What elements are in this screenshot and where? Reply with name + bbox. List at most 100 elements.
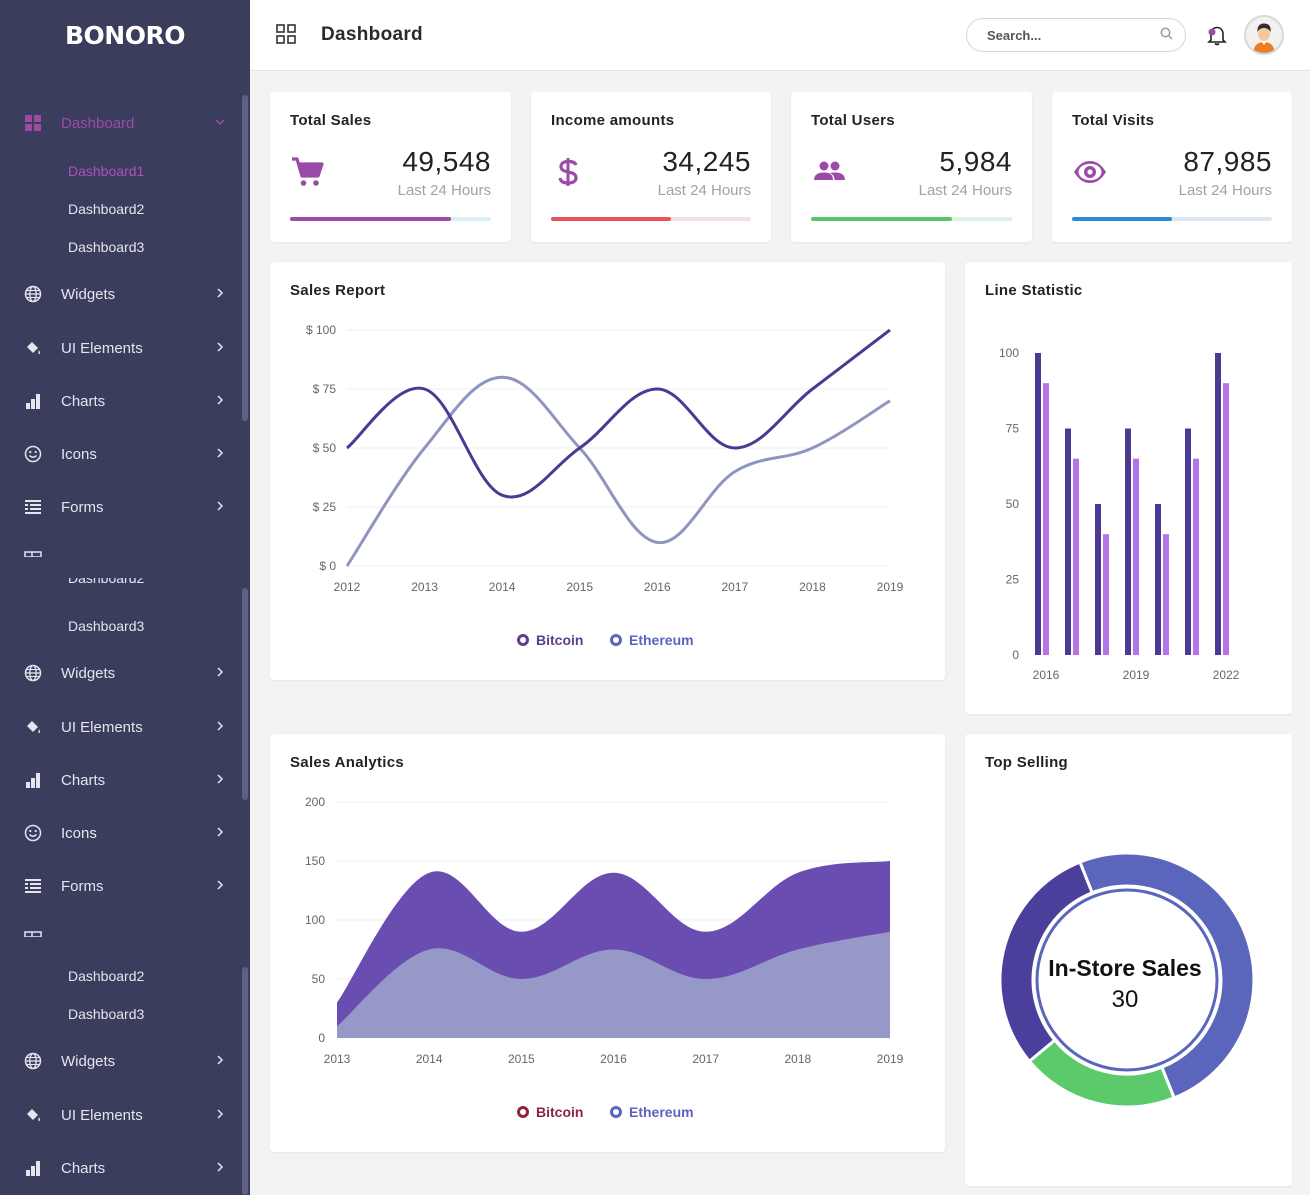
dashboard-icon bbox=[25, 115, 41, 131]
sidebar-item-charts[interactable]: Charts bbox=[0, 381, 240, 421]
bar-chart-icon bbox=[26, 394, 40, 409]
sidebar-item-label: UI Elements bbox=[61, 719, 143, 736]
sales-analytics-chart: 0 50 100 150 200 2013 2014 2015 2016 2017 2018 2019 bbox=[305, 795, 904, 1066]
legend-item[interactable]: Ethereum bbox=[610, 632, 694, 648]
table-icon bbox=[24, 931, 42, 937]
sidebar-item-label: UI Elements bbox=[61, 1107, 143, 1124]
bar bbox=[1073, 458, 1079, 655]
sidebar: BONORO Dashboard Dashboard1 Dashboard2 D… bbox=[0, 0, 250, 1195]
avatar-illustration bbox=[1246, 17, 1282, 53]
brand-logo[interactable]: BONORO bbox=[0, 0, 250, 70]
progress-bar-track bbox=[551, 217, 751, 221]
y-tick-label: $ 75 bbox=[313, 382, 337, 396]
chevron-right-icon bbox=[217, 880, 224, 890]
y-tick-label: $ 0 bbox=[319, 559, 336, 573]
x-tick-label: 2013 bbox=[411, 580, 438, 594]
sidebar-item-label: Charts bbox=[61, 393, 106, 410]
sidebar-scrollbar[interactable] bbox=[242, 588, 248, 800]
sidebar-item-forms[interactable]: Forms bbox=[0, 866, 240, 906]
x-tick-label: 2016 bbox=[644, 580, 671, 594]
paint-bucket-icon bbox=[27, 1109, 41, 1122]
x-tick-label: 2014 bbox=[416, 1052, 443, 1066]
sidebar-scrollbar[interactable] bbox=[242, 967, 248, 1195]
legend-label: Ethereum bbox=[629, 632, 694, 648]
sidebar-subitem-dashboard2[interactable]: Dashboard2 bbox=[68, 968, 144, 984]
sidebar-item-label: Icons bbox=[61, 446, 97, 463]
sidebar-item-widgets[interactable]: Widgets bbox=[0, 653, 240, 693]
sidebar-subitem-dashboard3[interactable]: Dashboard3 bbox=[68, 239, 144, 255]
stat-card-title: Total Users bbox=[811, 112, 895, 129]
sidebar-item-label: Icons bbox=[61, 825, 97, 842]
sidebar-item-dashboard[interactable]: Dashboard bbox=[0, 103, 240, 143]
stat-value: 87,985 bbox=[1183, 146, 1272, 177]
sidebar-subitem-dashboard2[interactable]: Dashboard2 bbox=[68, 578, 144, 586]
sidebar-item-ui-elements[interactable]: UI Elements bbox=[0, 707, 240, 747]
y-tick-label: 100 bbox=[999, 346, 1019, 360]
sidebar-item-icons[interactable]: Icons bbox=[0, 434, 240, 474]
sidebar-item-ui-elements[interactable]: UI Elements bbox=[0, 328, 240, 368]
x-tick-label: 2012 bbox=[334, 580, 361, 594]
y-tick-label: 75 bbox=[1006, 422, 1020, 436]
sidebar-item-label: Widgets bbox=[61, 665, 116, 682]
sidebar-item-icons[interactable]: Icons bbox=[0, 813, 240, 853]
sidebar-subitem-dashboard3[interactable]: Dashboard3 bbox=[68, 1006, 144, 1022]
stat-subtitle: Last 24 Hours bbox=[397, 182, 491, 199]
sidebar-item-charts[interactable]: Charts bbox=[0, 1148, 240, 1188]
chevron-right-icon bbox=[217, 1055, 224, 1065]
bar bbox=[1095, 504, 1101, 655]
sidebar-scrollbar[interactable] bbox=[242, 95, 248, 421]
bell-icon[interactable] bbox=[1206, 24, 1228, 46]
progress-bar-fill bbox=[290, 217, 451, 221]
y-tick-label: 100 bbox=[305, 913, 325, 927]
legend-item[interactable]: Ethereum bbox=[610, 1104, 694, 1120]
search-input[interactable] bbox=[966, 18, 1186, 52]
sidebar-subitem-dashboard1[interactable]: Dashboard1 bbox=[68, 163, 144, 179]
y-tick-label: 50 bbox=[1006, 497, 1020, 511]
bar bbox=[1185, 428, 1191, 655]
legend-label: Bitcoin bbox=[536, 1104, 584, 1120]
x-tick-label: 2017 bbox=[692, 1052, 719, 1066]
sidebar-item-widgets[interactable]: Widgets bbox=[0, 1041, 240, 1081]
stat-card-total-visits: Total Visits 87,985 Last 24 Hours bbox=[1052, 92, 1292, 242]
sidebar-subitem-dashboard2[interactable]: Dashboard2 bbox=[68, 201, 144, 217]
stat-card-title: Income amounts bbox=[551, 112, 675, 129]
sidebar-subitem-dashboard3[interactable]: Dashboard3 bbox=[68, 618, 144, 634]
bar bbox=[1065, 428, 1071, 655]
stat-card-title: Total Sales bbox=[290, 112, 372, 129]
sidebar-item-charts[interactable]: Charts bbox=[0, 760, 240, 800]
sidebar-item-label: Charts bbox=[61, 1160, 106, 1177]
y-tick-label: 0 bbox=[318, 1031, 325, 1045]
stat-value: 49,548 bbox=[402, 146, 491, 177]
bar-chart-icon bbox=[26, 1161, 40, 1176]
stat-subtitle: Last 24 Hours bbox=[657, 182, 751, 199]
progress-bar-fill bbox=[1072, 217, 1172, 221]
sidebar-item-label: Charts bbox=[61, 772, 106, 789]
sidebar-item-label: Forms bbox=[61, 499, 104, 516]
y-tick-label: $ 100 bbox=[306, 323, 336, 337]
series-line-ethereum bbox=[345, 375, 891, 567]
sales-report-chart: $ 0 $ 25 $ 50 $ 75 $ 100 2012 2013 2014 2015 2016… bbox=[306, 323, 904, 594]
sidebar-item-forms[interactable]: Forms bbox=[0, 487, 240, 527]
form-lines-icon bbox=[25, 879, 41, 893]
legend-item[interactable]: Bitcoin bbox=[517, 1104, 583, 1120]
donut-center-label: In-Store Sales bbox=[1048, 955, 1202, 981]
progress-bar-track bbox=[811, 217, 1012, 221]
bar-chart-icon bbox=[26, 773, 40, 788]
x-tick-label: 2015 bbox=[508, 1052, 535, 1066]
donut-center-value: 30 bbox=[1111, 986, 1139, 1013]
apps-grid-icon[interactable] bbox=[276, 24, 296, 44]
sidebar-item-widgets[interactable]: Widgets bbox=[0, 274, 240, 314]
bar bbox=[1215, 353, 1221, 655]
dollar-icon bbox=[558, 158, 578, 186]
globe-icon bbox=[24, 285, 42, 303]
sidebar-item-ui-elements[interactable]: UI Elements bbox=[0, 1095, 240, 1135]
eye-icon bbox=[1074, 161, 1106, 183]
user-avatar[interactable] bbox=[1244, 15, 1284, 55]
y-tick-label: 0 bbox=[1012, 648, 1019, 662]
top-selling-card: Top Selling In-Store Sales 30 bbox=[965, 734, 1292, 1186]
chevron-right-icon bbox=[217, 342, 224, 352]
legend-item[interactable]: Bitcoin bbox=[517, 632, 583, 648]
chevron-right-icon bbox=[217, 1162, 224, 1172]
search-icon[interactable] bbox=[1160, 27, 1173, 40]
users-icon bbox=[814, 161, 845, 180]
